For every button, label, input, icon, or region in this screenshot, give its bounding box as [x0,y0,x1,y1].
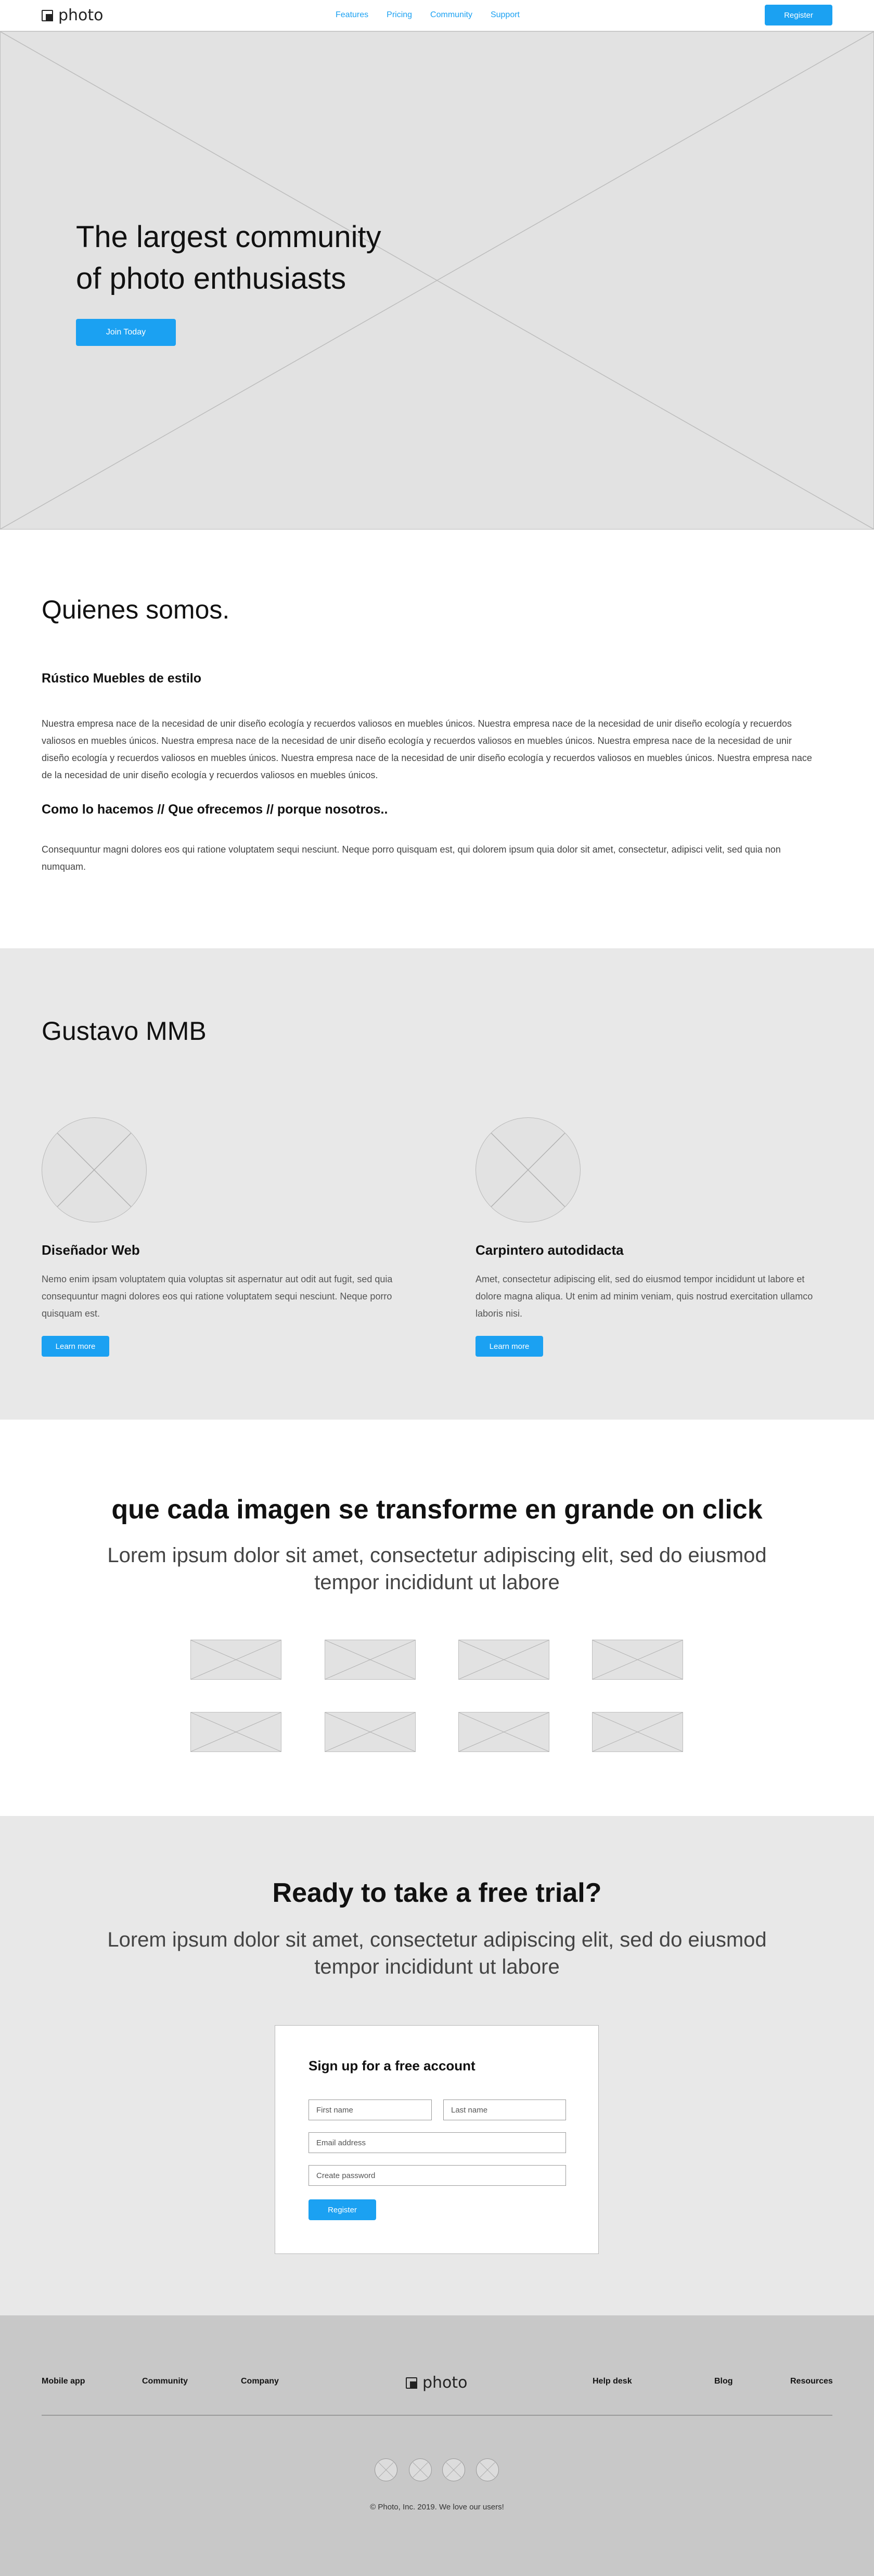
join-today-button[interactable]: Join Today [76,319,176,346]
trial-subtitle: Lorem ipsum dolor sit amet, consectetur … [107,1928,767,1978]
member-avatar-2 [475,1117,581,1222]
nav-link-pricing[interactable]: Pricing [387,10,412,20]
footer: Mobile app Community Company photo Help … [0,2315,874,2576]
gallery-thumbnail[interactable] [592,1712,683,1752]
signup-form: Sign up for a free account Register [275,2025,599,2254]
password-field[interactable] [309,2165,566,2186]
about-title: Quienes somos. [42,595,230,624]
about-paragraph-2: Consequuntur magni dolores eos qui ratio… [42,844,781,872]
footer-logo[interactable]: photo [406,2375,468,2391]
register-button[interactable]: Register [765,5,832,25]
footer-logo-text: photo [422,2374,468,2392]
gallery-thumbnail[interactable] [458,1640,549,1680]
footer-link-community[interactable]: Community [142,2377,188,2386]
about-heading-1: Rústico Muebles de estilo [42,671,202,686]
gallery-subtitle: Lorem ipsum dolor sit amet, consectetur … [107,1544,767,1594]
signup-register-button[interactable]: Register [309,2199,376,2220]
gallery-thumbnail[interactable] [458,1712,549,1752]
gallery-thumbnail[interactable] [190,1712,281,1752]
team-title: Gustavo MMB [42,1016,207,1046]
member-name-2: Carpintero autodidacta [475,1242,624,1258]
footer-link-blog[interactable]: Blog [714,2377,733,2386]
signup-form-title: Sign up for a free account [309,2058,475,2073]
logo-text: photo [58,6,104,24]
about-paragraph-1: Nuestra empresa nace de la necesidad de … [42,718,812,780]
hero-title-line2: of photo enthusiasts [76,262,346,295]
logo-icon [406,2377,417,2389]
member-name-1: Diseñador Web [42,1242,140,1258]
gallery-thumbnail[interactable] [592,1640,683,1680]
social-icon[interactable] [409,2458,432,2481]
footer-link-help-desk[interactable]: Help desk [593,2377,632,2386]
gallery-thumbnail[interactable] [325,1640,416,1680]
trial-section: Ready to take a free trial? Lorem ipsum … [0,1816,874,2315]
gallery-thumbnail[interactable] [325,1712,416,1752]
team-section: Gustavo MMB Diseñador Web Nemo enim ipsa… [0,948,874,1420]
nav-links: Features Pricing Community Support [336,10,520,20]
footer-link-mobile-app[interactable]: Mobile app [42,2377,85,2386]
learn-more-button-1[interactable]: Learn more [42,1336,109,1357]
member-text-2: Amet, consectetur adipiscing elit, sed d… [475,1274,813,1319]
learn-more-button-2[interactable]: Learn more [475,1336,543,1357]
member-avatar-1 [42,1117,147,1222]
logo-icon [42,10,53,21]
gallery-title: que cada imagen se transforme en grande … [111,1495,763,1525]
nav-link-features[interactable]: Features [336,10,368,20]
footer-link-company[interactable]: Company [241,2377,279,2386]
footer-link-resources[interactable]: Resources [790,2377,833,2386]
first-name-field[interactable] [309,2100,432,2120]
nav-link-community[interactable]: Community [430,10,472,20]
about-heading-2: Como lo hacemos // Que ofrecemos // porq… [42,802,388,817]
social-icon[interactable] [442,2458,465,2481]
social-icon[interactable] [375,2458,397,2481]
hero-banner: The largest community of photo enthusias… [0,31,874,530]
hero-title: The largest community of photo enthusias… [76,216,471,300]
copyright: © Photo, Inc. 2019. We love our users! [370,2503,504,2511]
nav-link-support[interactable]: Support [491,10,520,20]
last-name-field[interactable] [443,2100,566,2120]
social-icon[interactable] [476,2458,499,2481]
email-field[interactable] [309,2132,566,2153]
gallery-thumbnail[interactable] [190,1640,281,1680]
member-text-1: Nemo enim ipsam voluptatem quia voluptas… [42,1274,393,1319]
top-navbar: photo Features Pricing Community Support… [0,0,874,31]
footer-divider [42,2415,832,2416]
logo[interactable]: photo [42,7,104,24]
trial-title: Ready to take a free trial? [272,1878,602,1908]
hero-title-line1: The largest community [76,220,381,254]
